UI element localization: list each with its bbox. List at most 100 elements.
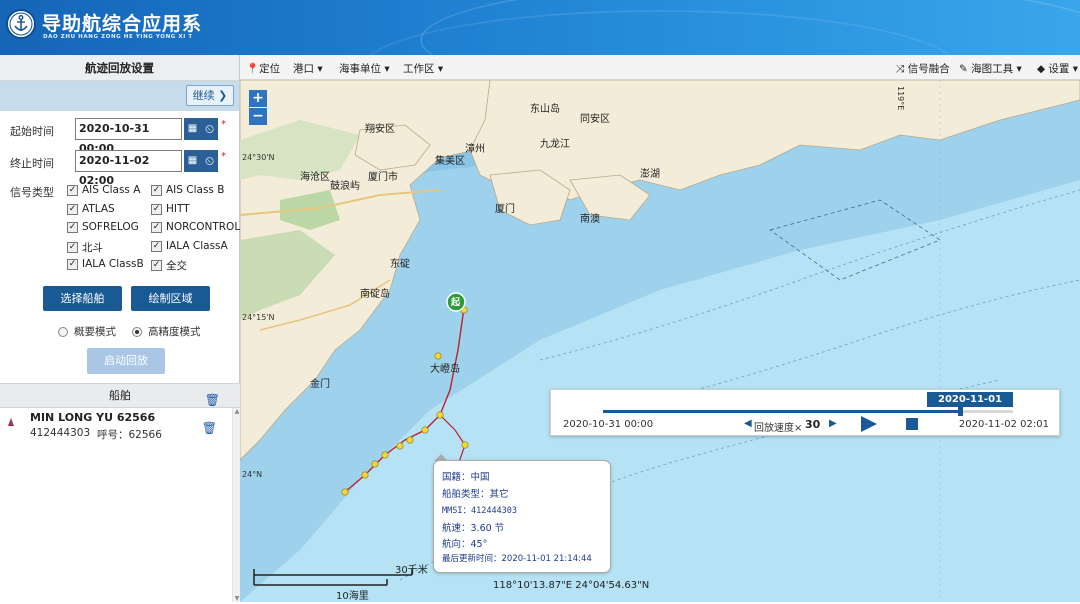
location-pin-icon: 📍 (246, 63, 260, 75)
caret-down-icon: ▾ (1013, 63, 1022, 75)
shuffle-icon: ⤨ (896, 63, 908, 75)
place-label: 金门 (310, 379, 330, 390)
start-playback-button[interactable]: 启动回放 (87, 348, 165, 374)
stop-icon[interactable] (906, 418, 918, 430)
playback-slider[interactable] (603, 406, 1013, 416)
signal-checkbox-all[interactable]: ✓ 全交 (151, 258, 187, 273)
place-label: 翔安区 (365, 124, 395, 135)
app-title: 导助航综合应用系 (42, 13, 203, 35)
cursor-coordinates: 118°10'13.87"E 24°04'54.63"N (493, 580, 650, 591)
checkbox-icon: ✓ (151, 240, 162, 252)
place-label: 南澳 (580, 214, 600, 225)
checkbox-icon: ✓ (67, 258, 78, 270)
signal-checkbox-atlas[interactable]: ✓ ATLAS (67, 203, 115, 215)
signal-checkbox-ais-b[interactable]: ✓ AIS Class B (151, 184, 224, 196)
speed-increase-icon[interactable]: ▶ (829, 418, 837, 429)
trash-icon[interactable]: 🗑 (202, 421, 217, 435)
signal-checkbox-iala-b[interactable]: ✓ IALA ClassB (67, 258, 144, 270)
signal-checkbox-ais-a[interactable]: ✓ AIS Class A (67, 184, 140, 196)
lat-label: 24°15'N (242, 313, 275, 322)
caret-down-icon: ▾ (1069, 63, 1079, 75)
signal-checkbox-sofrelog[interactable]: ✓ SOFRELOG (67, 221, 139, 233)
mode-summary-radio[interactable]: 概要模式 (58, 324, 116, 339)
zoom-in-button[interactable]: + (249, 90, 267, 107)
popup-mmsi: MMSI：412444303 (442, 506, 518, 516)
playback-speed-value: 30 (805, 418, 821, 431)
app-header: 导助航综合应用系 DAO ZHU HANG ZONG HE YING YONG … (0, 0, 1080, 55)
ships-header-label: 船舶 (109, 389, 131, 402)
ship-list-scrollbar[interactable]: ▲ ▼ (232, 408, 240, 602)
checkbox-icon: ✓ (151, 260, 162, 271)
ship-call-sign: 呼号：62566 (97, 429, 162, 441)
continue-button[interactable]: 继续 ❯ (186, 85, 234, 106)
popup-ship-type: 船舶类型：其它 (442, 489, 509, 500)
required-marker: * (221, 119, 226, 130)
map-scale: 30千米 10海里 (252, 561, 452, 602)
ships-header: 船舶 🗑 (0, 383, 240, 408)
playback-control: 2020-11-01 21:15 2020-10-31 00:00 ◀ 回放速度… (550, 389, 1060, 436)
place-label: 厦门市 (368, 172, 398, 183)
place-label: 南碇岛 (360, 289, 390, 300)
work-area-menu[interactable]: 工作区 ▾ (403, 61, 443, 76)
start-time-label: 起始时间 (10, 125, 54, 138)
calendar-icon[interactable]: ▦ (184, 150, 201, 172)
clock-icon[interactable]: ⏲ (201, 150, 218, 172)
popup-last-update: 最后更新时间：2020-11-01 21:14:44 (442, 554, 592, 564)
checkbox-icon: ✓ (67, 184, 78, 196)
checkbox-icon: ✓ (151, 221, 162, 233)
lat-label: 24°N (242, 470, 263, 479)
zoom-out-button[interactable]: − (249, 108, 267, 125)
caret-down-icon: ▾ (314, 63, 323, 75)
maritime-unit-menu[interactable]: 海事单位 ▾ (339, 61, 390, 76)
draw-area-button[interactable]: 绘制区域 (131, 286, 210, 311)
signal-checkbox-hitt[interactable]: ✓ HITT (151, 203, 190, 215)
port-menu[interactable]: 港口 ▾ (293, 61, 323, 76)
ship-mmsi: 412444303 (30, 427, 91, 439)
signal-checkbox-iala-a[interactable]: ✓ IALA ClassA (151, 240, 228, 252)
current-time-badge: 2020-11-01 21:15 (927, 392, 1013, 420)
mode-high-precision-radio[interactable]: 高精度模式 (132, 324, 201, 339)
signal-type-label: 信号类型 (10, 186, 54, 199)
lat-label: 24°30'N (242, 153, 275, 162)
signal-fusion-button[interactable]: ⤨ 信号融合 (896, 61, 950, 76)
playback-slider-thumb[interactable] (957, 406, 963, 416)
speed-decrease-icon[interactable]: ◀ (744, 418, 752, 429)
end-time-input[interactable]: 2020-11-02 02:00 (75, 150, 182, 187)
chart-tools-menu[interactable]: ✎ 海图工具 ▾ (959, 61, 1022, 76)
place-label: 鼓浪屿 (330, 181, 360, 192)
radio-icon (58, 326, 68, 337)
checkbox-icon: ✓ (67, 221, 78, 233)
ship-icon (8, 418, 14, 426)
continue-label: 继续 (192, 89, 215, 102)
play-icon[interactable] (861, 416, 877, 432)
chevron-right-icon: ❯ (218, 89, 228, 102)
place-label: 海沧区 (300, 172, 330, 183)
map-canvas[interactable]: 起 + − 24°30'N 24°15'N 24°N 119°E 翔安区 集美区… (240, 80, 1080, 602)
popup-heading: 航向：45° (442, 539, 488, 550)
playback-start-time: 2020-10-31 00:00 (563, 419, 654, 430)
caret-down-icon: ▾ (434, 63, 444, 75)
ship-list-item[interactable]: MIN LONG YU 62566 412444303 呼号：62566 🗑 (0, 409, 232, 449)
calendar-icon[interactable]: ▦ (184, 118, 201, 140)
place-label: 漳州 (465, 144, 485, 155)
signal-checkbox-norcontrol[interactable]: ✓ NORCONTROL (151, 221, 240, 233)
place-label: 大嶝岛 (430, 364, 460, 375)
nautical-chart (240, 80, 1080, 602)
locate-button[interactable]: 📍定位 (246, 61, 280, 76)
app-subtitle: DAO ZHU HANG ZONG HE YING YONG XI T (43, 34, 193, 40)
clock-icon[interactable]: ⏲ (201, 118, 218, 140)
scale-km-label: 30千米 (395, 565, 428, 576)
popup-speed: 航速：3.60 节 (442, 523, 505, 534)
continue-bar: 继续 ❯ (0, 81, 239, 111)
select-ship-button[interactable]: 选择船舶 (43, 286, 122, 311)
start-time-input[interactable]: 2020-10-31 00:00 (75, 118, 182, 155)
settings-menu[interactable]: ◆ 设置 ▾ (1037, 61, 1078, 76)
caret-down-icon: ▾ (381, 63, 390, 75)
checkbox-icon: ✓ (67, 242, 78, 253)
playback-speed-label: 回放速度× (754, 423, 803, 434)
anchor-logo-icon (9, 12, 33, 36)
signal-checkbox-beidou[interactable]: ✓ 北斗 (67, 240, 103, 255)
checkbox-icon: ✓ (151, 184, 162, 196)
map-toolbar: 📍定位 港口 ▾ 海事单位 ▾ 工作区 ▾ ⤨ 信号融合 ✎ 海图工具 ▾ ◆ … (240, 55, 1080, 80)
app-logo (6, 9, 36, 39)
